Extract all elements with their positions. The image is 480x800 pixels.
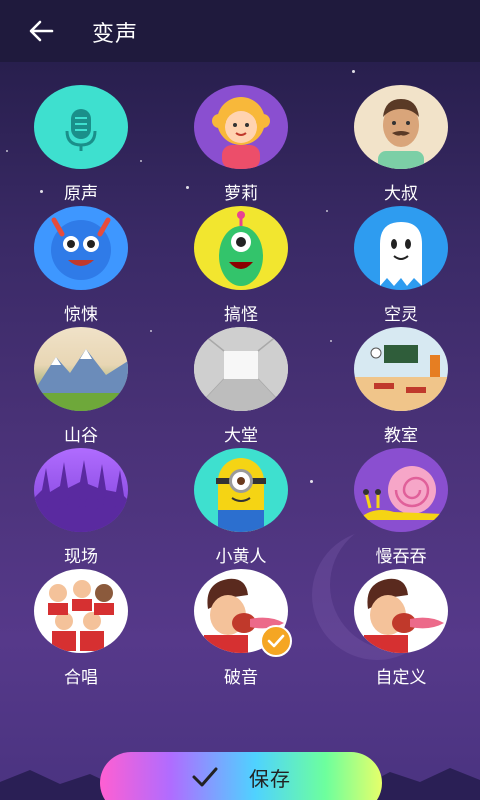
star-decoration [330,340,332,342]
effect-item-live[interactable]: 现场 [21,448,141,568]
concert-crowd-icon [34,448,128,532]
effect-item-loli[interactable]: 萝莉 [181,85,301,205]
effect-label: 慢吞吞 [375,547,427,567]
classroom-icon [354,327,448,411]
checkmark-icon [192,767,218,787]
effect-label: 惊悚 [64,305,98,325]
effect-label: 萝莉 [224,184,258,204]
choir-icon [34,569,128,653]
effect-item-break-voice[interactable]: 破音 [181,569,301,689]
blue-monster-icon [34,206,128,290]
effect-label: 空灵 [384,305,418,325]
star-decoration [326,210,328,212]
ghost-icon [354,206,448,290]
green-monster-icon [194,206,288,290]
effect-label: 大堂 [224,426,258,446]
arrow-left-icon [29,20,54,42]
star-decoration [150,330,152,332]
star-decoration [352,70,355,73]
effect-label: 大叔 [384,184,418,204]
snail-icon [354,448,448,532]
effect-item-minion[interactable]: 小黄人 [181,448,301,568]
effect-item-chorus[interactable]: 合唱 [21,569,141,689]
effect-item-ethereal[interactable]: 空灵 [341,206,461,326]
star-decoration [6,150,8,152]
effect-item-custom[interactable]: 自定义 [341,569,461,689]
voice-changer-screen: 变声 原声 萝莉 大叔 惊悚 搞怪 空灵 山谷 大堂 教室 现场 小黄人 慢吞吞… [0,0,480,800]
effect-label: 现场 [64,547,98,567]
effect-item-thriller[interactable]: 惊悚 [21,206,141,326]
effect-label: 搞怪 [224,305,258,325]
star-decoration [310,480,313,483]
save-button[interactable]: 保存 [100,752,382,800]
effect-item-classroom[interactable]: 教室 [341,327,461,447]
effect-label: 山谷 [64,426,98,446]
effect-item-valley[interactable]: 山谷 [21,327,141,447]
effect-label: 小黄人 [215,547,267,567]
save-button-content: 保存 [191,763,291,792]
effect-label: 教室 [384,426,418,446]
selected-avatar-wrapper [194,569,292,657]
microphone-icon [34,85,128,169]
mountain-valley-icon [34,327,128,411]
effect-item-original[interactable]: 原声 [21,85,141,205]
hall-icon [194,327,288,411]
effect-item-uncle[interactable]: 大叔 [341,85,461,205]
shouting-man-custom-icon [354,569,448,653]
girl-avatar-icon [194,85,288,169]
effect-item-funny[interactable]: 搞怪 [181,206,301,326]
save-button-label: 保存 [249,766,291,791]
effect-item-hall[interactable]: 大堂 [181,327,301,447]
checkmark-icon [267,634,285,648]
effect-label: 合唱 [64,668,98,688]
effect-label: 原声 [64,184,98,204]
page-title: 变声 [92,22,139,47]
uncle-avatar-icon [354,85,448,169]
minion-icon [194,448,288,532]
back-button[interactable] [26,17,56,45]
effect-label: 自定义 [375,668,427,688]
top-bar: 变声 [0,0,480,62]
selected-check-badge [260,625,292,657]
effect-item-slow[interactable]: 慢吞吞 [341,448,461,568]
effect-label: 破音 [224,668,258,688]
